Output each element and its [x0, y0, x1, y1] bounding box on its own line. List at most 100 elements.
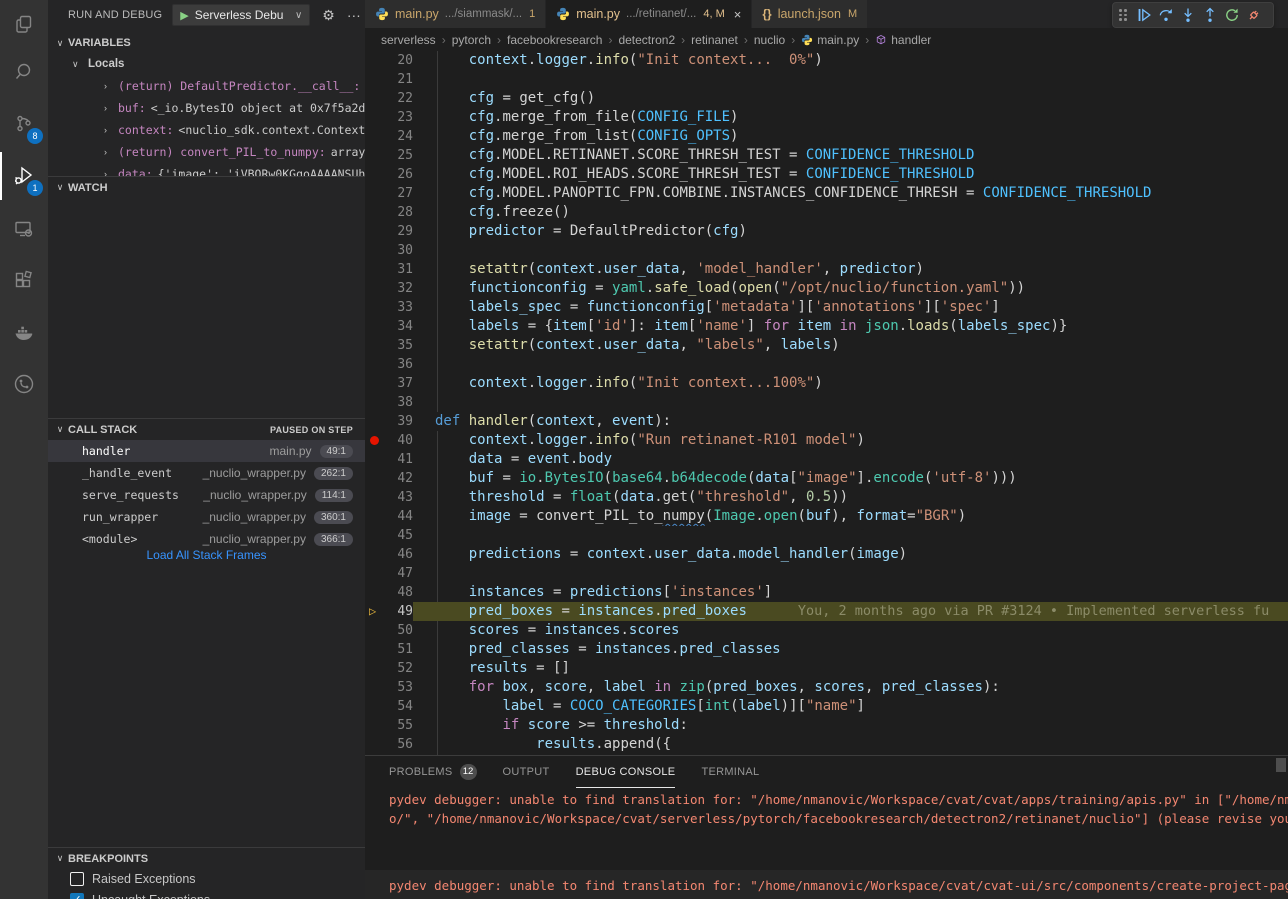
- tab-terminal[interactable]: TERMINAL: [701, 756, 759, 788]
- variable-row[interactable]: ›buf:<_io.BytesIO object at 0x7f5a2dc1ec…: [48, 97, 365, 119]
- gutter-glyph-margin[interactable]: [365, 735, 387, 754]
- code-line-53[interactable]: 53 for box, score, label in zip(pred_box…: [365, 678, 1288, 697]
- code-line-20[interactable]: 20 context.logger.info("Init context... …: [365, 51, 1288, 70]
- code-line-49[interactable]: ▷49 pred_boxes = instances.pred_boxesYou…: [365, 602, 1288, 621]
- variable-row[interactable]: ›context:<nuclio_sdk.context.Context obj…: [48, 119, 365, 141]
- panel-scrollbar[interactable]: [1276, 758, 1286, 772]
- gutter-glyph-margin[interactable]: [365, 127, 387, 146]
- gutter-glyph-margin[interactable]: [365, 260, 387, 279]
- gutter-glyph-margin[interactable]: [365, 469, 387, 488]
- code-line-41[interactable]: 41 data = event.body: [365, 450, 1288, 469]
- gutter-glyph-margin[interactable]: [365, 431, 387, 450]
- stack-frame-row[interactable]: <module>_nuclio_wrapper.py366:1: [48, 528, 365, 550]
- code-line-22[interactable]: 22 cfg = get_cfg(): [365, 89, 1288, 108]
- code-line-21[interactable]: 21: [365, 70, 1288, 89]
- gutter-glyph-margin[interactable]: [365, 678, 387, 697]
- stack-frame-row[interactable]: _handle_event_nuclio_wrapper.py262:1: [48, 462, 365, 484]
- gutter-glyph-margin[interactable]: [365, 640, 387, 659]
- tab-output[interactable]: OUTPUT: [503, 756, 550, 788]
- gutter-glyph-margin[interactable]: [365, 108, 387, 127]
- code-line-36[interactable]: 36: [365, 355, 1288, 374]
- code-line-25[interactable]: 25 cfg.MODEL.RETINANET.SCORE_THRESH_TEST…: [365, 146, 1288, 165]
- code-line-32[interactable]: 32 functionconfig = yaml.safe_load(open(…: [365, 279, 1288, 298]
- stack-frame-row[interactable]: handlermain.py49:1: [48, 440, 365, 462]
- code-line-43[interactable]: 43 threshold = float(data.get("threshold…: [365, 488, 1288, 507]
- tab-problems[interactable]: PROBLEMS 12: [389, 756, 477, 788]
- variables-scope-locals[interactable]: ∨ Locals: [48, 53, 365, 75]
- code-line-28[interactable]: 28 cfg.freeze(): [365, 203, 1288, 222]
- code-line-44[interactable]: 44 image = convert_PIL_to_numpy(Image.op…: [365, 507, 1288, 526]
- disconnect-button[interactable]: [1243, 4, 1265, 26]
- gutter-glyph-margin[interactable]: [365, 279, 387, 298]
- code-line-23[interactable]: 23 cfg.merge_from_file(CONFIG_FILE): [365, 108, 1288, 127]
- breakpoint-row[interactable]: Raised Exceptions: [48, 868, 365, 889]
- gutter-glyph-margin[interactable]: [365, 545, 387, 564]
- stack-frame-row[interactable]: run_wrapper_nuclio_wrapper.py360:1: [48, 506, 365, 528]
- gutter-glyph-margin[interactable]: [365, 203, 387, 222]
- code-line-27[interactable]: 27 cfg.MODEL.PANOPTIC_FPN.COMBINE.INSTAN…: [365, 184, 1288, 203]
- code-line-33[interactable]: 33 labels_spec = functionconfig['metadat…: [365, 298, 1288, 317]
- gutter-glyph-margin[interactable]: [365, 488, 387, 507]
- more-actions-icon[interactable]: ···: [347, 7, 361, 23]
- stack-frame-row[interactable]: serve_requests_nuclio_wrapper.py114:1: [48, 484, 365, 506]
- code-line-51[interactable]: 51 pred_classes = instances.pred_classes: [365, 640, 1288, 659]
- code-line-40[interactable]: 40 context.logger.info("Run retinanet-R1…: [365, 431, 1288, 450]
- start-debug-icon[interactable]: ▶: [180, 9, 188, 22]
- checkbox-checked-icon[interactable]: ✓: [70, 893, 84, 899]
- code-line-47[interactable]: 47: [365, 564, 1288, 583]
- breadcrumb-item-main-py[interactable]: main.py: [801, 33, 859, 47]
- code-line-42[interactable]: 42 buf = io.BytesIO(base64.b64decode(dat…: [365, 469, 1288, 488]
- gutter-glyph-margin[interactable]: [365, 89, 387, 108]
- gutter-glyph-margin[interactable]: [365, 70, 387, 89]
- remote-explorer-icon[interactable]: [0, 205, 48, 253]
- gutter-glyph-margin[interactable]: [365, 355, 387, 374]
- tab-launch-json[interactable]: {} launch.json M: [752, 0, 868, 28]
- breadcrumb-item-retinanet[interactable]: retinanet: [691, 33, 738, 47]
- gutter-glyph-margin[interactable]: [365, 222, 387, 241]
- code-line-56[interactable]: 56 results.append({: [365, 735, 1288, 754]
- gutter-glyph-margin[interactable]: [365, 241, 387, 260]
- gutter-glyph-margin[interactable]: [365, 298, 387, 317]
- step-over-button[interactable]: [1155, 4, 1177, 26]
- code-line-24[interactable]: 24 cfg.merge_from_list(CONFIG_OPTS): [365, 127, 1288, 146]
- code-line-45[interactable]: 45: [365, 526, 1288, 545]
- breadcrumb-item-handler[interactable]: handler: [875, 33, 931, 47]
- breadcrumb-item-pytorch[interactable]: pytorch: [452, 33, 491, 47]
- gutter-glyph-margin[interactable]: [365, 716, 387, 735]
- code-line-39[interactable]: 39def handler(context, event):: [365, 412, 1288, 431]
- variable-row[interactable]: ›(return) DefaultPredictor.__call__:{'in…: [48, 75, 365, 97]
- call-stack-section-header[interactable]: ∨ CALL STACK PAUSED ON STEP: [48, 418, 365, 440]
- breadcrumb-item-facebookresearch[interactable]: facebookresearch: [507, 33, 602, 47]
- gutter-glyph-margin[interactable]: [365, 51, 387, 70]
- source-control-icon[interactable]: 8: [0, 100, 48, 148]
- code-line-26[interactable]: 26 cfg.MODEL.ROI_HEADS.SCORE_THRESH_TEST…: [365, 165, 1288, 184]
- gutter-glyph-margin[interactable]: [365, 317, 387, 336]
- code-line-48[interactable]: 48 instances = predictions['instances']: [365, 583, 1288, 602]
- gear-icon[interactable]: ⚙: [322, 7, 335, 24]
- load-all-stack-frames-link[interactable]: Load All Stack Frames: [48, 548, 365, 562]
- code-line-52[interactable]: 52 results = []: [365, 659, 1288, 678]
- code-line-46[interactable]: 46 predictions = context.user_data.model…: [365, 545, 1288, 564]
- step-out-button[interactable]: [1199, 4, 1221, 26]
- code-line-50[interactable]: 50 scores = instances.scores: [365, 621, 1288, 640]
- gutter-glyph-margin[interactable]: [365, 412, 387, 431]
- code-line-31[interactable]: 31 setattr(context.user_data, 'model_han…: [365, 260, 1288, 279]
- step-into-button[interactable]: [1177, 4, 1199, 26]
- tab-main-py-siammask[interactable]: main.py .../siammask/... 1: [365, 0, 546, 28]
- gutter-glyph-margin[interactable]: [365, 336, 387, 355]
- code-line-35[interactable]: 35 setattr(context.user_data, "labels", …: [365, 336, 1288, 355]
- breakpoints-section-header[interactable]: ∨ BREAKPOINTS: [48, 847, 365, 869]
- breakpoint-icon[interactable]: [370, 436, 379, 445]
- drag-handle-icon[interactable]: [1119, 9, 1127, 21]
- checkbox-unchecked-icon[interactable]: [70, 872, 84, 886]
- code-line-30[interactable]: 30: [365, 241, 1288, 260]
- gutter-glyph-margin[interactable]: [365, 393, 387, 412]
- close-icon[interactable]: ×: [734, 7, 742, 22]
- gutter-glyph-margin[interactable]: [365, 165, 387, 184]
- gutter-glyph-margin[interactable]: [365, 583, 387, 602]
- code-line-38[interactable]: 38: [365, 393, 1288, 412]
- variable-row[interactable]: ›(return) convert_PIL_to_numpy:array([[[…: [48, 141, 365, 163]
- gutter-glyph-margin[interactable]: [365, 184, 387, 203]
- breadcrumb-item-serverless[interactable]: serverless: [381, 33, 436, 47]
- gutter-glyph-margin[interactable]: [365, 374, 387, 393]
